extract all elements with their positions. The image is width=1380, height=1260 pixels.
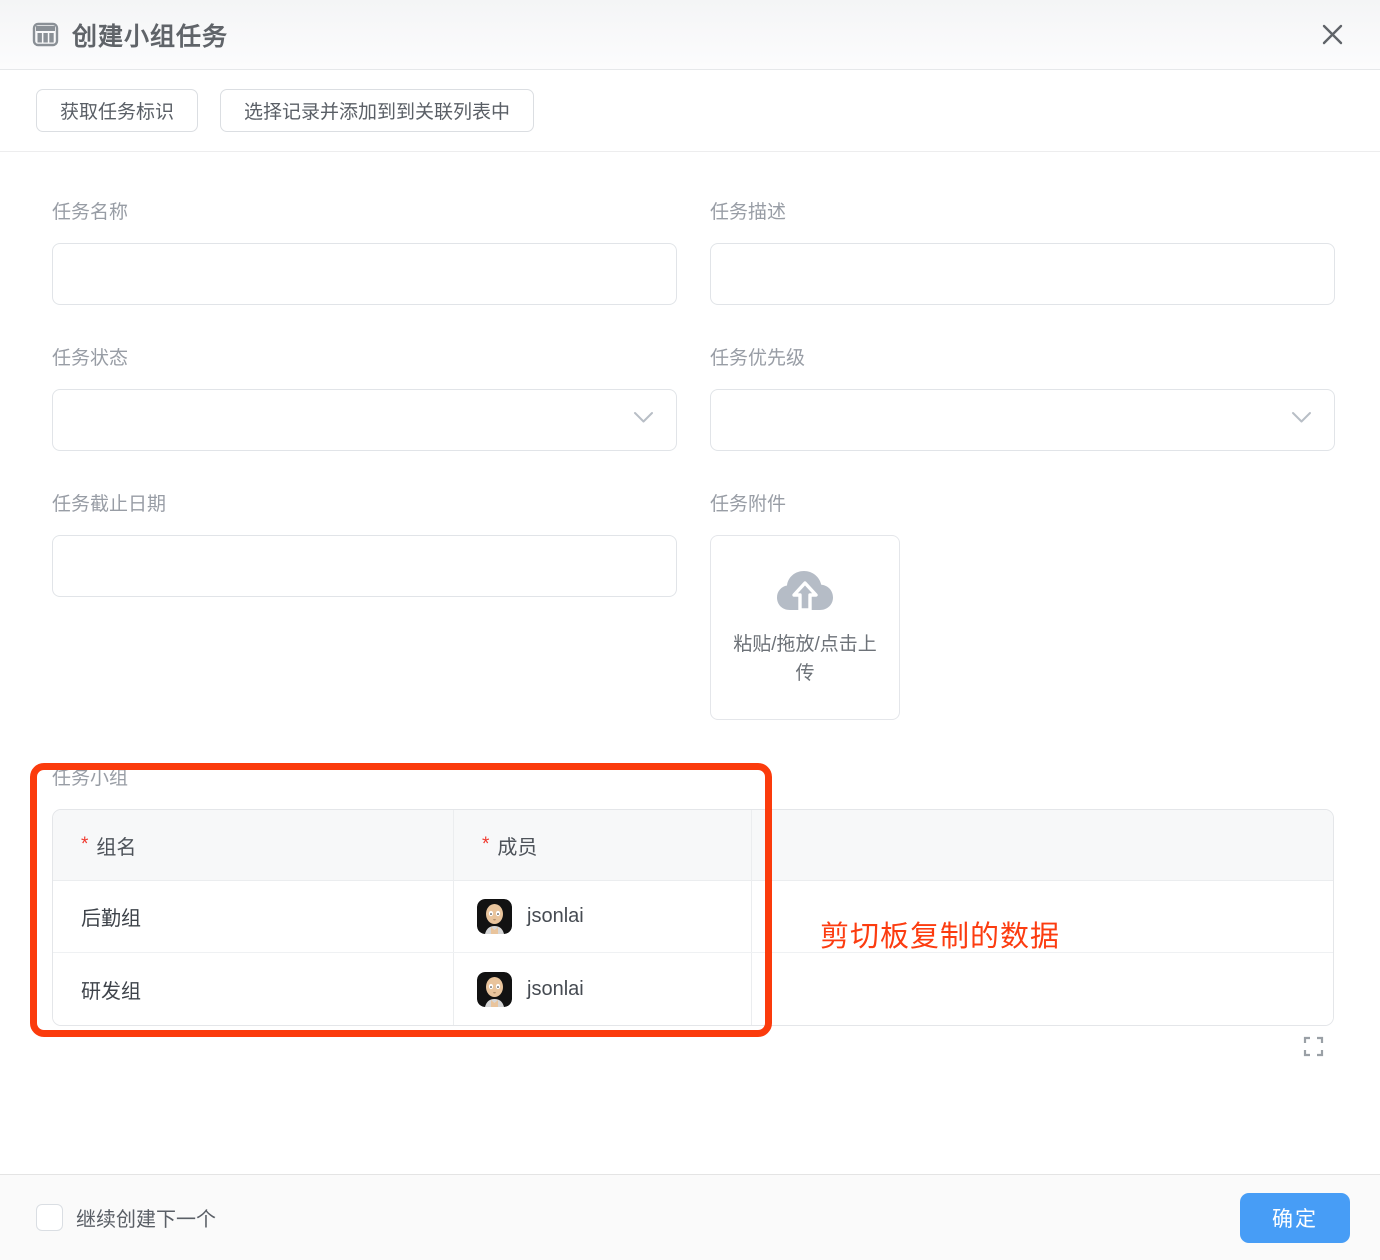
dialog-header: 创建小组任务 bbox=[0, 0, 1380, 70]
table-row: 后勤组 bbox=[53, 881, 1333, 953]
empty-cell[interactable] bbox=[752, 953, 1333, 1025]
field-task-attachment: 任务附件 粘贴/拖放/点击上传 bbox=[710, 489, 1335, 720]
table-form-icon bbox=[32, 21, 59, 48]
task-group-label: 任务小组 bbox=[52, 763, 1335, 790]
field-task-priority: 任务优先级 bbox=[710, 343, 1335, 451]
task-group-table: * 组名 * 成员 后勤组 bbox=[52, 809, 1334, 1026]
continue-create-checkbox[interactable] bbox=[36, 1204, 63, 1231]
group-name-cell[interactable]: 后勤组 bbox=[53, 881, 454, 952]
attachment-upload-dropzone[interactable]: 粘贴/拖放/点击上传 bbox=[710, 535, 900, 720]
task-deadline-label: 任务截止日期 bbox=[52, 489, 677, 516]
fullscreen-expand-icon[interactable] bbox=[1303, 1036, 1324, 1062]
task-priority-label: 任务优先级 bbox=[710, 343, 1335, 370]
table-row: 研发组 bbox=[53, 953, 1333, 1025]
task-status-label: 任务状态 bbox=[52, 343, 677, 370]
task-status-select[interactable] bbox=[52, 389, 677, 451]
dialog-title: 创建小组任务 bbox=[72, 17, 228, 53]
table-header-row: * 组名 * 成员 bbox=[53, 810, 1333, 881]
required-asterisk: * bbox=[482, 834, 489, 856]
task-attachment-label: 任务附件 bbox=[710, 489, 1335, 516]
task-name-label: 任务名称 bbox=[52, 197, 677, 224]
upload-hint-text: 粘贴/拖放/点击上传 bbox=[732, 630, 878, 688]
annotation-text: 剪切板复制的数据 bbox=[820, 913, 1060, 955]
form-area: 任务名称 任务描述 任务状态 bbox=[0, 152, 1380, 1026]
member-cell[interactable]: jsonlai bbox=[454, 953, 752, 1025]
member-name: jsonlai bbox=[527, 978, 584, 1001]
chevron-down-icon bbox=[633, 411, 654, 429]
column-header-label: 组名 bbox=[96, 831, 136, 860]
field-task-name: 任务名称 bbox=[52, 197, 677, 305]
select-records-button[interactable]: 选择记录并添加到到关联列表中 bbox=[220, 89, 534, 132]
avatar bbox=[477, 972, 512, 1007]
column-header-members: * 成员 bbox=[454, 810, 752, 880]
member-cell[interactable]: jsonlai bbox=[454, 881, 752, 952]
subform-task-group: 任务小组 * 组名 * 成员 后勤组 bbox=[52, 763, 1335, 1026]
task-priority-select[interactable] bbox=[710, 389, 1335, 451]
continue-create-label: 继续创建下一个 bbox=[76, 1203, 216, 1232]
get-task-id-button[interactable]: 获取任务标识 bbox=[36, 89, 198, 132]
task-description-input[interactable] bbox=[710, 243, 1335, 305]
task-description-label: 任务描述 bbox=[710, 197, 1335, 224]
column-header-empty bbox=[752, 810, 1333, 880]
avatar bbox=[477, 899, 512, 934]
group-name-text: 研发组 bbox=[81, 975, 141, 1004]
confirm-button[interactable]: 确定 bbox=[1240, 1193, 1350, 1243]
task-deadline-input[interactable] bbox=[52, 535, 677, 597]
group-name-cell[interactable]: 研发组 bbox=[53, 953, 454, 1025]
close-icon[interactable] bbox=[1314, 17, 1350, 53]
chevron-down-icon bbox=[1291, 411, 1312, 429]
cloud-upload-icon bbox=[775, 568, 835, 614]
column-header-group-name: * 组名 bbox=[53, 810, 454, 880]
field-task-description: 任务描述 bbox=[710, 197, 1335, 305]
required-asterisk: * bbox=[81, 834, 88, 856]
group-name-text: 后勤组 bbox=[81, 902, 141, 931]
field-task-status: 任务状态 bbox=[52, 343, 677, 451]
member-name: jsonlai bbox=[527, 905, 584, 928]
dialog-footer: 继续创建下一个 确定 bbox=[0, 1174, 1380, 1260]
column-header-label: 成员 bbox=[497, 831, 537, 860]
toolbar: 获取任务标识 选择记录并添加到到关联列表中 bbox=[0, 70, 1380, 152]
task-name-input[interactable] bbox=[52, 243, 677, 305]
field-task-deadline: 任务截止日期 bbox=[52, 489, 677, 720]
create-group-task-dialog: 创建小组任务 获取任务标识 选择记录并添加到到关联列表中 任务名称 任务描述 bbox=[0, 0, 1380, 1260]
